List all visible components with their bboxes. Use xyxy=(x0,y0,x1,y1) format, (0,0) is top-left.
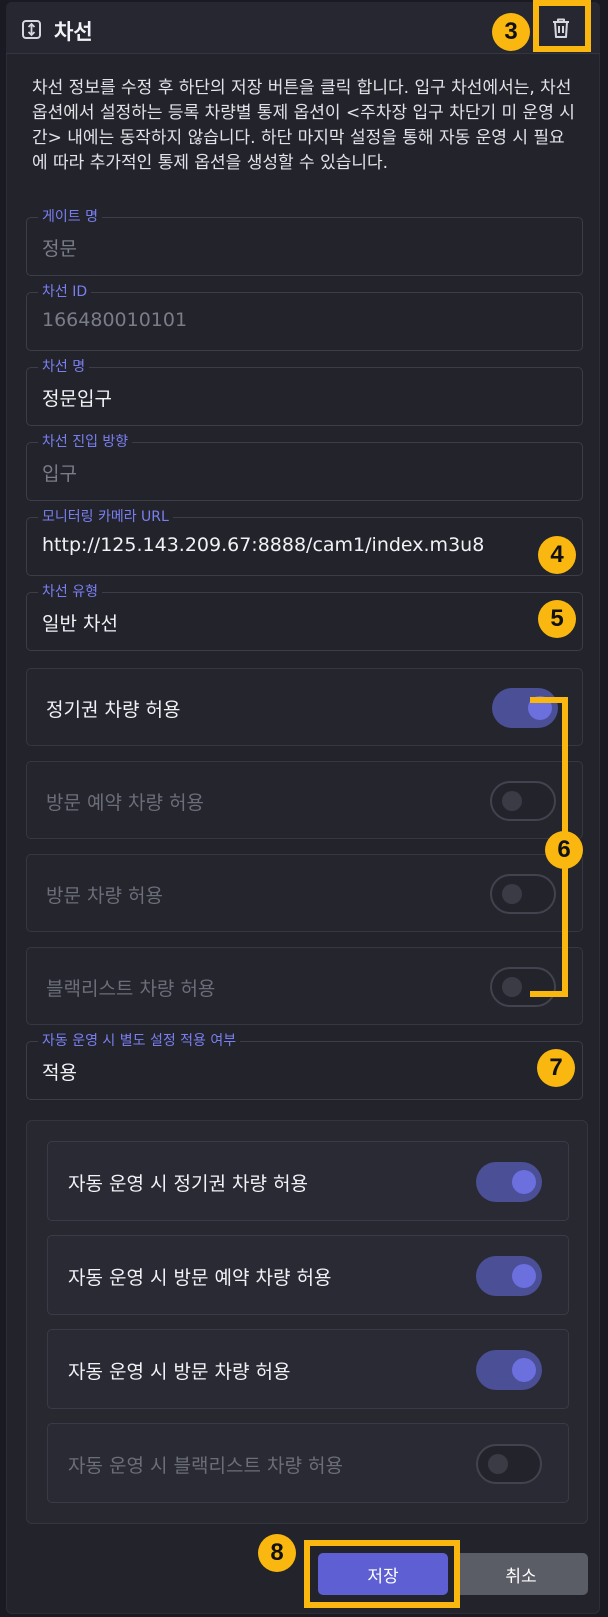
field-label: 게이트 명 xyxy=(38,208,102,226)
toggle-label: 블랙리스트 차량 허용 xyxy=(46,978,216,1000)
field-value: http://125.143.209.67:8888/cam1/index.m3… xyxy=(42,534,485,556)
auto-reserved-visit-switch[interactable] xyxy=(476,1256,542,1296)
field-value: 일반 차선 xyxy=(42,613,118,635)
toggle-row-visitor: 방문 차량 허용 xyxy=(26,854,583,932)
cancel-button[interactable]: 취소 xyxy=(454,1553,588,1595)
toggle-label: 정기권 차량 허용 xyxy=(46,699,181,721)
toggle-label: 방문 차량 허용 xyxy=(46,885,163,907)
callout-badge-4: 4 xyxy=(538,536,576,574)
switch-knob xyxy=(512,1264,536,1288)
field-label: 모니터링 카메라 URL xyxy=(38,508,173,526)
auto-blacklist-switch xyxy=(476,1444,542,1484)
auto-visitor-switch[interactable] xyxy=(476,1350,542,1390)
lane-id-field: 차선 ID 166480010101 xyxy=(26,283,583,351)
toggle-label: 자동 운영 시 정기권 차량 허용 xyxy=(68,1173,308,1195)
field-value: 입구 xyxy=(42,463,77,485)
switch-knob xyxy=(502,791,522,811)
toggle-label: 자동 운영 시 방문 차량 허용 xyxy=(68,1361,291,1383)
toggle-row-blacklist: 블랙리스트 차량 허용 xyxy=(26,947,583,1025)
panel-title: 차선 xyxy=(54,20,93,44)
callout-badge-3: 3 xyxy=(492,13,530,51)
callout-badge-6: 6 xyxy=(545,831,583,869)
auto-operation-box: 자동 운영 시 정기권 차량 허용 자동 운영 시 방문 예약 차량 허용 자동… xyxy=(26,1120,588,1524)
field-label: 차선 진입 방향 xyxy=(38,433,133,451)
field-label: 차선 ID xyxy=(38,283,92,301)
toggle-row-season-pass: 정기권 차량 허용 xyxy=(26,668,583,746)
field-value: 정문입구 xyxy=(42,388,112,410)
auto-toggle-row-reserved-visit: 자동 운영 시 방문 예약 차량 허용 xyxy=(47,1235,569,1315)
entry-direction-field: 차선 진입 방향 입구 xyxy=(26,433,583,501)
toggle-label: 방문 예약 차량 허용 xyxy=(46,792,204,814)
expand-vertical-icon xyxy=(22,20,41,39)
callout-box-trash xyxy=(533,0,591,52)
callout-badge-5: 5 xyxy=(538,600,576,638)
toggle-label: 자동 운영 시 방문 예약 차량 허용 xyxy=(68,1267,332,1289)
auto-toggle-row-season-pass: 자동 운영 시 정기권 차량 허용 xyxy=(47,1141,569,1221)
field-label: 차선 유형 xyxy=(38,583,102,601)
field-value: 166480010101 xyxy=(42,309,188,331)
gate-name-field: 게이트 명 정문 xyxy=(26,208,583,276)
camera-url-field[interactable]: 모니터링 카메라 URL http://125.143.209.67:8888/… xyxy=(26,508,583,576)
auto-setting-select[interactable]: 자동 운영 시 별도 설정 적용 여부 적용 xyxy=(26,1032,583,1100)
field-label: 차선 명 xyxy=(38,358,90,376)
callout-badge-7: 7 xyxy=(537,1049,575,1087)
field-value: 정문 xyxy=(42,238,77,260)
callout-box-save xyxy=(304,1540,460,1608)
toggle-row-reserved-visit: 방문 예약 차량 허용 xyxy=(26,761,583,839)
callout-badge-8: 8 xyxy=(258,1534,296,1572)
field-label: 자동 운영 시 별도 설정 적용 여부 xyxy=(38,1032,241,1050)
switch-knob xyxy=(502,977,522,997)
lane-name-field[interactable]: 차선 명 정문입구 xyxy=(26,358,583,426)
switch-knob xyxy=(488,1454,508,1474)
toggle-label: 자동 운영 시 블랙리스트 차량 허용 xyxy=(68,1455,343,1477)
description-text: 차선 정보를 수정 후 하단의 저장 버튼을 클릭 합니다. 입구 차선에서는,… xyxy=(32,78,575,173)
switch-knob xyxy=(512,1358,536,1382)
lane-type-select[interactable]: 차선 유형 일반 차선 xyxy=(26,583,583,651)
auto-season-pass-switch[interactable] xyxy=(476,1162,542,1202)
auto-toggle-row-visitor: 자동 운영 시 방문 차량 허용 xyxy=(47,1329,569,1409)
switch-knob xyxy=(512,1170,536,1194)
auto-toggle-row-blacklist: 자동 운영 시 블랙리스트 차량 허용 xyxy=(47,1423,569,1503)
switch-knob xyxy=(502,884,522,904)
field-value: 적용 xyxy=(42,1062,77,1084)
